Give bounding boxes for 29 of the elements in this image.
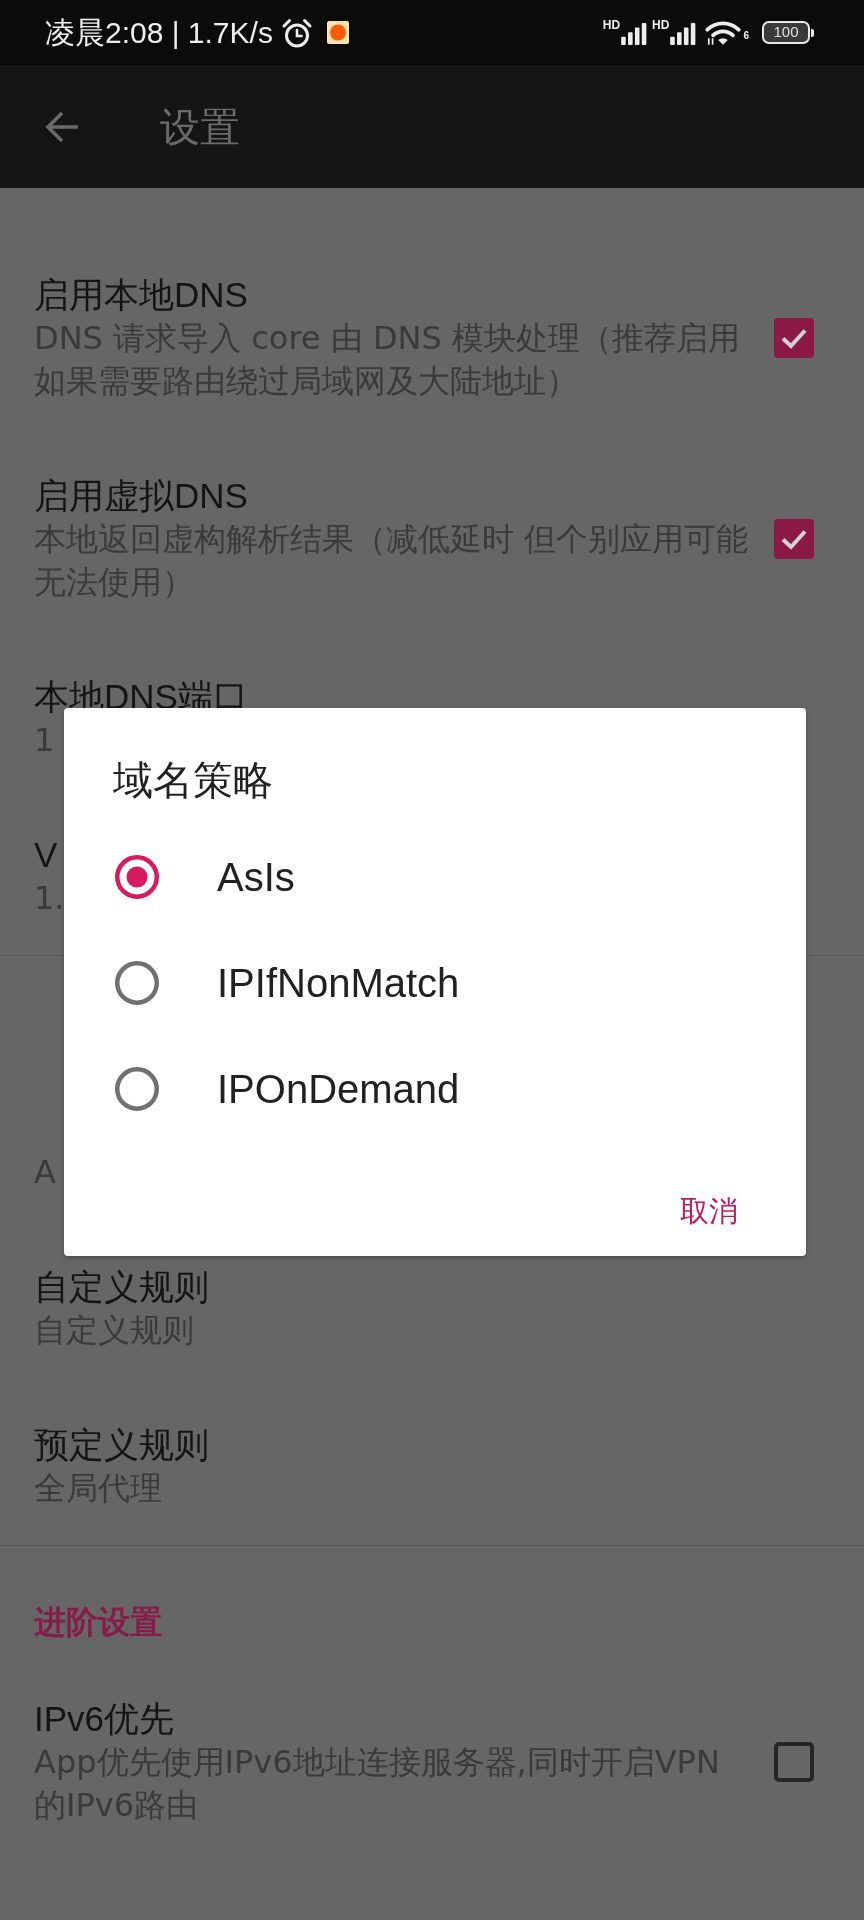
wifi-label: 6 [743, 31, 749, 41]
checkbox[interactable] [774, 317, 814, 358]
section-header: 进阶设置 [34, 1603, 162, 1642]
signal-bars-icon [621, 23, 648, 45]
radio-option[interactable]: IPIfNonMatch [113, 930, 754, 1036]
app-notification-icon [326, 21, 349, 44]
dialog-action-button[interactable]: 取消 [664, 1178, 754, 1244]
wifi-icon [705, 20, 742, 45]
setting-title: 启用虚拟DNS [34, 475, 248, 517]
app-bar-title: 设置 [160, 103, 240, 151]
alarm-clock-icon [280, 17, 313, 48]
radio-icon[interactable] [115, 855, 159, 899]
setting-title: IPv6优先 [34, 1698, 175, 1740]
setting-title: 启用本地DNS [34, 274, 248, 316]
hd-label: HD [602, 20, 621, 31]
battery-indicator: 100 [762, 21, 814, 44]
radio-option[interactable]: IPOnDemand [113, 1036, 754, 1142]
status-text: 凌晨2:08 | 1.7K/s [45, 15, 273, 50]
setting-title: V [34, 834, 58, 876]
setting-title: 预定义规则 [34, 1424, 209, 1466]
radio-icon[interactable] [115, 961, 159, 1005]
checkbox[interactable] [774, 1741, 814, 1782]
dialog-title: 域名策略 [113, 757, 273, 804]
radio-icon[interactable] [115, 1067, 159, 1111]
hd-label: HD [652, 20, 670, 31]
setting-title: 自定义规则 [34, 1266, 209, 1308]
checkbox[interactable] [774, 518, 814, 559]
signal-bars-icon [670, 23, 697, 45]
radio-option[interactable]: AsIs [113, 824, 754, 930]
